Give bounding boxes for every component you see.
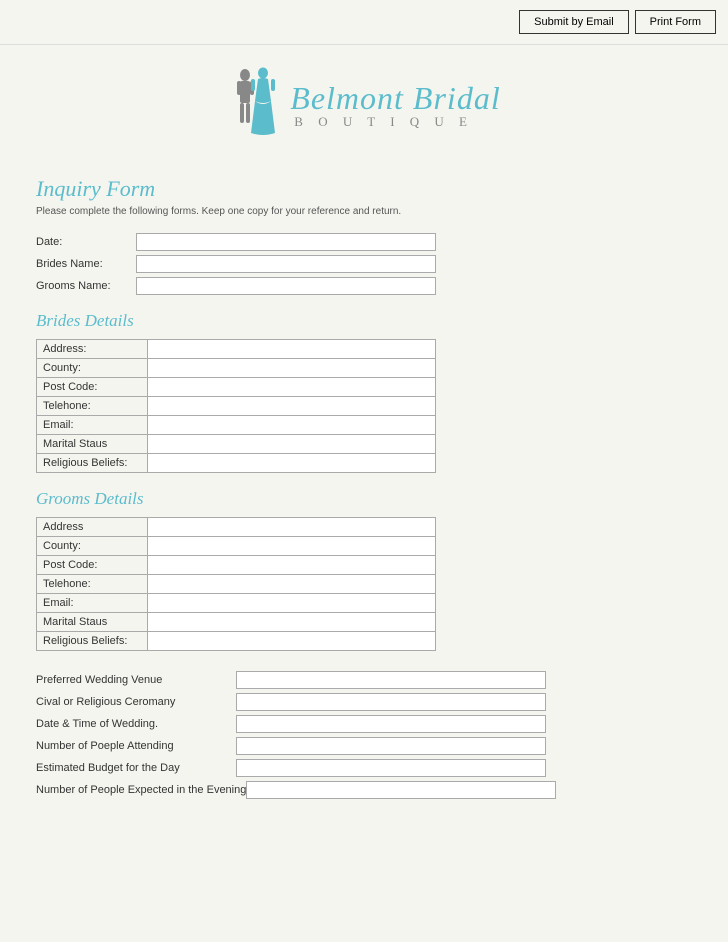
- logo-icon: [227, 63, 282, 148]
- wedding-details: Preferred Wedding Venue Cival or Religio…: [36, 671, 692, 803]
- table-row: Email:: [37, 594, 436, 613]
- bride-address-label: Address:: [37, 340, 147, 359]
- groom-telephone-field[interactable]: [147, 575, 436, 593]
- groom-marital-label: Marital Staus: [37, 613, 147, 632]
- budget-row: Estimated Budget for the Day: [36, 759, 692, 777]
- bride-county-label: County:: [37, 359, 147, 378]
- date-field[interactable]: [136, 233, 436, 251]
- wedding-date-row: Date & Time of Wedding.: [36, 715, 692, 733]
- bride-email-label: Email:: [37, 416, 147, 435]
- top-bar: Submit by Email Print Form: [0, 0, 728, 45]
- bride-marital-label: Marital Staus: [37, 435, 147, 454]
- grooms-section-title: Grooms Details: [36, 489, 692, 509]
- evening-row: Number of People Expected in the Evening: [36, 781, 692, 799]
- venue-row: Preferred Wedding Venue: [36, 671, 692, 689]
- groom-religion-label: Religious Beliefs:: [37, 632, 147, 651]
- bride-email-field[interactable]: [147, 416, 436, 434]
- attending-row: Number of Poeple Attending: [36, 737, 692, 755]
- page: Submit by Email Print Form: [0, 0, 728, 942]
- form-title: Inquiry Form: [36, 176, 692, 202]
- table-row: County:: [37, 359, 436, 378]
- groom-county-label: County:: [37, 537, 147, 556]
- bride-county-field[interactable]: [147, 359, 436, 377]
- table-row: County:: [37, 537, 436, 556]
- budget-field[interactable]: [236, 759, 546, 777]
- groom-postcode-field[interactable]: [147, 556, 436, 574]
- bride-religion-field[interactable]: [147, 454, 436, 472]
- evening-label: Number of People Expected in the Evening: [36, 784, 246, 796]
- table-row: Religious Beliefs:: [37, 632, 436, 651]
- groom-telephone-label: Telehone:: [37, 575, 147, 594]
- table-row: Email:: [37, 416, 436, 435]
- brides-name-row: Brides Name:: [36, 255, 692, 273]
- groom-county-field[interactable]: [147, 537, 436, 555]
- groom-address-field[interactable]: [147, 518, 436, 536]
- brand-main: Belmont Bridal: [290, 81, 500, 116]
- wedding-date-field[interactable]: [236, 715, 546, 733]
- table-row: Marital Staus: [37, 613, 436, 632]
- submit-email-button[interactable]: Submit by Email: [519, 10, 628, 34]
- wedding-date-label: Date & Time of Wedding.: [36, 718, 236, 730]
- brides-section-title: Brides Details: [36, 311, 692, 331]
- bride-postcode-field[interactable]: [147, 378, 436, 396]
- logo-figure: [227, 63, 282, 148]
- date-row: Date:: [36, 233, 692, 251]
- attending-label: Number of Poeple Attending: [36, 740, 236, 752]
- grooms-name-label: Grooms Name:: [36, 280, 136, 292]
- brides-name-field[interactable]: [136, 255, 436, 273]
- header: Belmont Bridal B O U T I Q U E: [0, 45, 728, 158]
- venue-field[interactable]: [236, 671, 546, 689]
- brand-sub: B O U T I Q U E: [294, 114, 473, 130]
- bride-marital-field[interactable]: [147, 435, 436, 453]
- table-row: Post Code:: [37, 556, 436, 575]
- groom-religion-field[interactable]: [147, 632, 436, 650]
- brides-name-label: Brides Name:: [36, 258, 136, 270]
- bride-telephone-field[interactable]: [147, 397, 436, 415]
- bride-postcode-label: Post Code:: [37, 378, 147, 397]
- bride-address-field[interactable]: [147, 340, 436, 358]
- venue-label: Preferred Wedding Venue: [36, 674, 236, 686]
- logo-text: Belmont Bridal B O U T I Q U E: [290, 81, 500, 130]
- groom-email-label: Email:: [37, 594, 147, 613]
- groom-address-label: Address: [37, 518, 147, 537]
- ceremony-row: Cival or Religious Ceromany: [36, 693, 692, 711]
- evening-field[interactable]: [246, 781, 556, 799]
- ceremony-label: Cival or Religious Ceromany: [36, 696, 236, 708]
- table-row: Post Code:: [37, 378, 436, 397]
- table-row: Telehone:: [37, 397, 436, 416]
- ceremony-field[interactable]: [236, 693, 546, 711]
- table-row: Address: [37, 518, 436, 537]
- form-subtitle: Please complete the following forms. Kee…: [36, 206, 692, 217]
- table-row: Address:: [37, 340, 436, 359]
- budget-label: Estimated Budget for the Day: [36, 762, 236, 774]
- brides-table: Address: County: Post Code: Telehone: Em…: [36, 339, 436, 473]
- form-content: Inquiry Form Please complete the followi…: [0, 158, 728, 823]
- table-row: Telehone:: [37, 575, 436, 594]
- grooms-name-field[interactable]: [136, 277, 436, 295]
- groom-marital-field[interactable]: [147, 613, 436, 631]
- table-row: Marital Staus: [37, 435, 436, 454]
- groom-postcode-label: Post Code:: [37, 556, 147, 575]
- groom-email-field[interactable]: [147, 594, 436, 612]
- grooms-table: Address County: Post Code: Telehone: Ema…: [36, 517, 436, 651]
- print-form-button[interactable]: Print Form: [635, 10, 716, 34]
- grooms-name-row: Grooms Name:: [36, 277, 692, 295]
- date-label: Date:: [36, 236, 136, 248]
- bride-religion-label: Religious Beliefs:: [37, 454, 147, 473]
- attending-field[interactable]: [236, 737, 546, 755]
- general-fields: Date: Brides Name: Grooms Name:: [36, 233, 692, 295]
- table-row: Religious Beliefs:: [37, 454, 436, 473]
- logo-area: Belmont Bridal B O U T I Q U E: [227, 63, 500, 148]
- bride-telephone-label: Telehone:: [37, 397, 147, 416]
